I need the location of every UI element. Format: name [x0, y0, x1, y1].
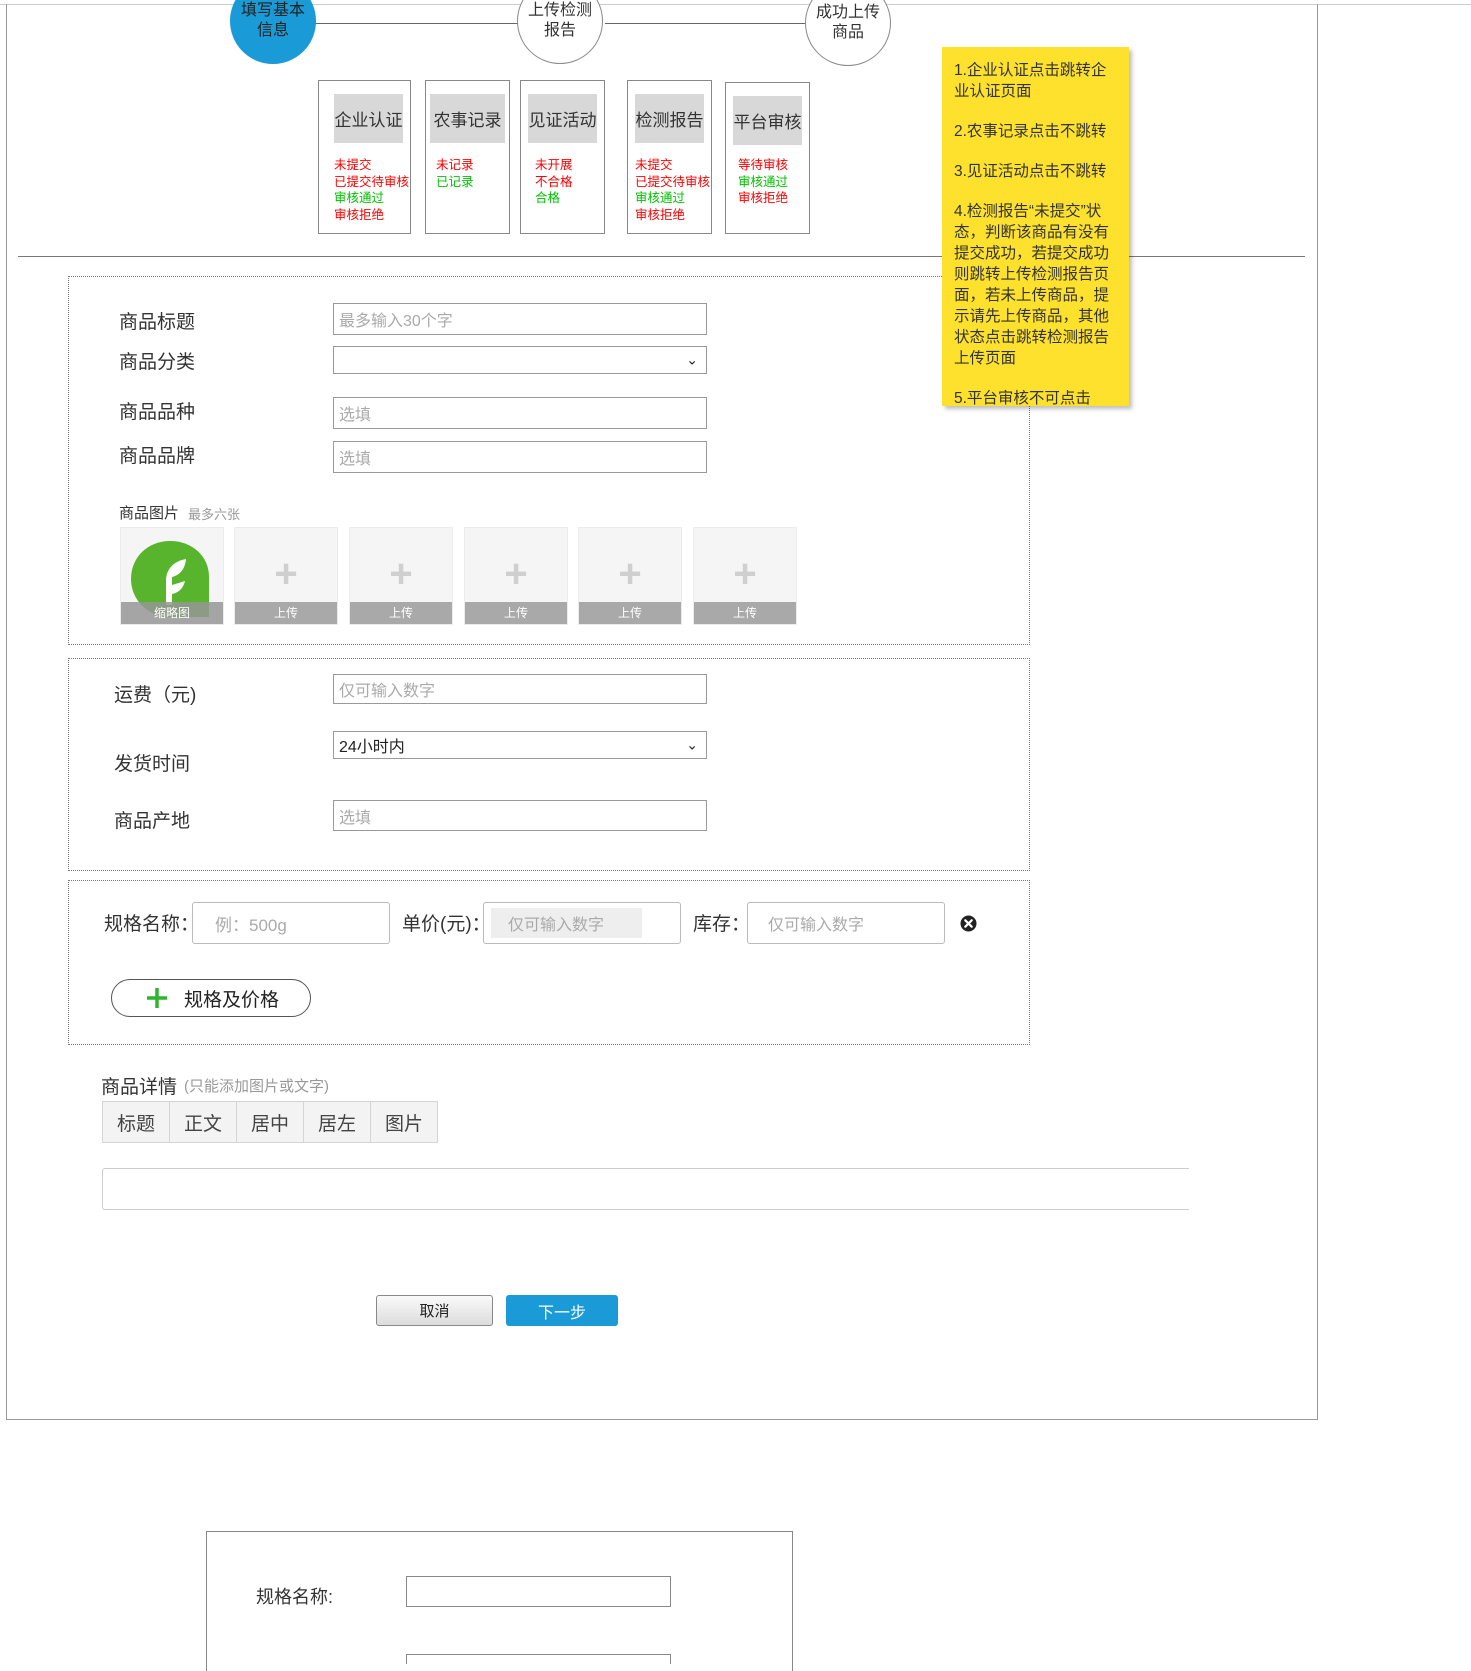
- upload-caption: 上传: [235, 602, 337, 624]
- status-line: 审核拒绝: [635, 207, 686, 222]
- status-line: 未记录: [436, 158, 474, 172]
- title-label: 商品标题: [119, 312, 196, 333]
- status-box-title: 检测报告: [635, 94, 704, 143]
- status-box-title: 见证活动: [528, 94, 597, 143]
- variety-label: 商品品种: [119, 402, 196, 423]
- images-hint: 最多六张: [188, 507, 241, 522]
- annotation-note: 1.企业认证点击跳转企业认证页面 2.农事记录点击不跳转 3.见证活动点击不跳转…: [942, 47, 1129, 406]
- status-box-witness[interactable]: 见证活动 未开展 不合格 合格: [520, 80, 605, 234]
- status-box-title: 平台审核: [733, 96, 802, 145]
- status-box-title: 企业认证: [334, 94, 403, 143]
- note-item: 2.农事记录点击不跳转: [954, 123, 1107, 140]
- ship-time-value: 24小时内: [339, 739, 405, 756]
- detail-editor[interactable]: [102, 1168, 1189, 1210]
- upload-slot[interactable]: + 上传: [464, 527, 568, 625]
- status-box-farming[interactable]: 农事记录 未记录 已记录: [425, 80, 510, 234]
- price-input[interactable]: 仅可输入数字: [483, 902, 681, 944]
- status-box-platform: 平台审核 等待审核 审核通过 审核拒绝: [725, 82, 810, 234]
- upload-slot[interactable]: + 上传: [578, 527, 682, 625]
- spec-name-label: 规格名称：: [104, 914, 200, 935]
- plus-icon: +: [389, 552, 413, 597]
- origin-label: 商品产地: [114, 811, 191, 832]
- stock-input[interactable]: 仅可输入数字: [747, 902, 945, 944]
- title-input[interactable]: 最多输入30个字: [333, 303, 707, 335]
- dialog-spec-name-label: 规格名称:: [256, 1587, 334, 1607]
- spec-name-input[interactable]: 例：500g: [192, 902, 390, 944]
- dialog-next-input[interactable]: [406, 1654, 671, 1664]
- brand-input[interactable]: 选填: [333, 441, 707, 473]
- plus-icon: [147, 988, 167, 1008]
- images-label: 商品图片: [119, 505, 180, 522]
- step-label: 上传检测报告: [527, 2, 592, 39]
- thumbnail-image[interactable]: 缩略图: [120, 527, 224, 625]
- step-label: 填写基本信息: [240, 2, 305, 39]
- status-line: 合格: [535, 191, 561, 205]
- ship-time-select[interactable]: 24小时内 ⌄: [333, 731, 707, 759]
- thumbnail-caption: 缩略图: [121, 602, 223, 624]
- status-line: 已记录: [436, 174, 474, 189]
- status-line: 等待审核: [738, 158, 789, 172]
- add-spec-label: 规格及价格: [184, 989, 280, 1011]
- status-line: 未提交: [635, 158, 673, 172]
- status-line: 未开展: [535, 158, 573, 172]
- upload-slot[interactable]: + 上传: [693, 527, 797, 625]
- note-item: 1.企业认证点击跳转企业认证页面: [954, 62, 1107, 100]
- brand-label: 商品品牌: [119, 446, 196, 467]
- status-box-enterprise[interactable]: 企业认证 未提交 已提交待审核 审核通过 审核拒绝: [318, 80, 411, 234]
- status-line: 审核通过: [635, 191, 686, 205]
- price-label: 单价(元)：: [402, 914, 491, 935]
- note-item: 5.平台审核不可点击: [954, 390, 1091, 406]
- detail-label: 商品详情: [101, 1077, 178, 1098]
- detail-hint: (只能添加图片或文字): [184, 1078, 329, 1095]
- ship-time-label: 发货时间: [114, 754, 191, 775]
- plus-icon: +: [504, 552, 528, 597]
- dialog-spec-name-input[interactable]: [406, 1576, 671, 1607]
- plus-icon: +: [733, 552, 757, 597]
- stock-label: 库存：: [693, 914, 751, 935]
- tool-left-button[interactable]: 居左: [304, 1101, 371, 1143]
- price-placeholder: 仅可输入数字: [491, 908, 643, 938]
- chevron-down-icon: ⌄: [686, 736, 698, 753]
- add-spec-button[interactable]: 规格及价格: [111, 979, 311, 1017]
- status-line: 审核拒绝: [334, 207, 385, 222]
- origin-input[interactable]: 选填: [333, 800, 707, 831]
- upload-slot[interactable]: + 上传: [349, 527, 453, 625]
- status-line: 已提交待审核: [635, 174, 711, 189]
- fee-input[interactable]: 仅可输入数字: [333, 674, 707, 704]
- category-label: 商品分类: [119, 352, 196, 373]
- tool-heading-button[interactable]: 标题: [102, 1101, 170, 1143]
- note-item: 3.见证活动点击不跳转: [954, 163, 1107, 180]
- step-label: 成功上传商品: [815, 4, 880, 41]
- upload-caption: 上传: [579, 602, 681, 624]
- status-line: 审核拒绝: [738, 191, 789, 205]
- status-box-title: 农事记录: [430, 94, 505, 143]
- tool-image-button[interactable]: 图片: [371, 1101, 438, 1143]
- step-connector: [305, 23, 523, 24]
- note-item: 4.检测报告“未提交”状态，判断该商品有没有提交成功，若提交成功则跳转上传检测报…: [954, 203, 1110, 367]
- category-select[interactable]: ⌄: [333, 346, 707, 374]
- editor-toolbar: 标题 正文 居中 居左 图片: [102, 1101, 438, 1143]
- plus-icon: +: [274, 552, 298, 597]
- status-line: 不合格: [535, 174, 573, 189]
- fee-label: 运费（元): [114, 685, 197, 706]
- cancel-button[interactable]: 取消: [376, 1295, 493, 1326]
- upload-caption: 上传: [350, 602, 452, 624]
- plus-icon: +: [618, 552, 642, 597]
- next-button[interactable]: 下一步: [506, 1295, 618, 1326]
- status-line: 审核通过: [738, 174, 789, 189]
- step-connector: [605, 23, 807, 24]
- variety-input[interactable]: 选填: [333, 397, 707, 429]
- chevron-down-icon: ⌄: [686, 351, 698, 368]
- status-line: 已提交待审核: [334, 174, 410, 189]
- upload-caption: 上传: [465, 602, 567, 624]
- status-line: 未提交: [334, 158, 372, 172]
- status-line: 审核通过: [334, 191, 385, 205]
- upload-slot[interactable]: + 上传: [234, 527, 338, 625]
- status-box-report[interactable]: 检测报告 未提交 已提交待审核 审核通过 审核拒绝: [627, 80, 712, 234]
- tool-center-button[interactable]: 居中: [237, 1101, 304, 1143]
- remove-spec-icon[interactable]: [960, 915, 977, 932]
- tool-body-button[interactable]: 正文: [170, 1101, 237, 1143]
- upload-caption: 上传: [694, 602, 796, 624]
